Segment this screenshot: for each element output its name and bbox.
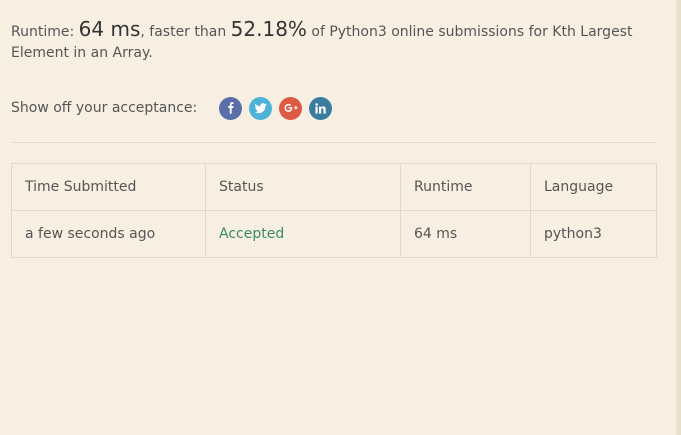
percentile-value: 52.18% (230, 17, 307, 41)
table-header-row: Time Submitted Status Runtime Language (11, 163, 657, 211)
time-submitted-cell: a few seconds ago (11, 210, 206, 258)
share-label: Show off your acceptance: (11, 100, 198, 116)
linkedin-icon[interactable] (309, 96, 333, 120)
runtime-cell: 64 ms (400, 210, 531, 258)
facebook-icon[interactable] (219, 96, 243, 120)
status-link[interactable]: Accepted (219, 226, 284, 242)
faster-than-text: , faster than (140, 24, 231, 40)
page-edge (676, 0, 681, 435)
table-row: a few seconds ago Accepted 64 ms python3 (11, 210, 657, 258)
status-cell: Accepted (205, 210, 401, 258)
language-cell: python3 (530, 210, 657, 258)
column-header-time-submitted: Time Submitted (11, 163, 206, 211)
submissions-table: Time Submitted Status Runtime Language a… (11, 163, 657, 258)
twitter-icon[interactable] (249, 96, 273, 120)
runtime-value: 64 ms (78, 17, 141, 41)
share-bar: Show off your acceptance: (11, 94, 339, 122)
submission-summary: Runtime: 64 ms, faster than 52.18% of Py… (11, 19, 661, 64)
divider (11, 142, 656, 143)
google-plus-icon[interactable] (279, 96, 303, 120)
column-header-runtime: Runtime (400, 163, 531, 211)
runtime-label: Runtime: (11, 24, 79, 40)
column-header-status: Status (205, 163, 401, 211)
column-header-language: Language (530, 163, 657, 211)
